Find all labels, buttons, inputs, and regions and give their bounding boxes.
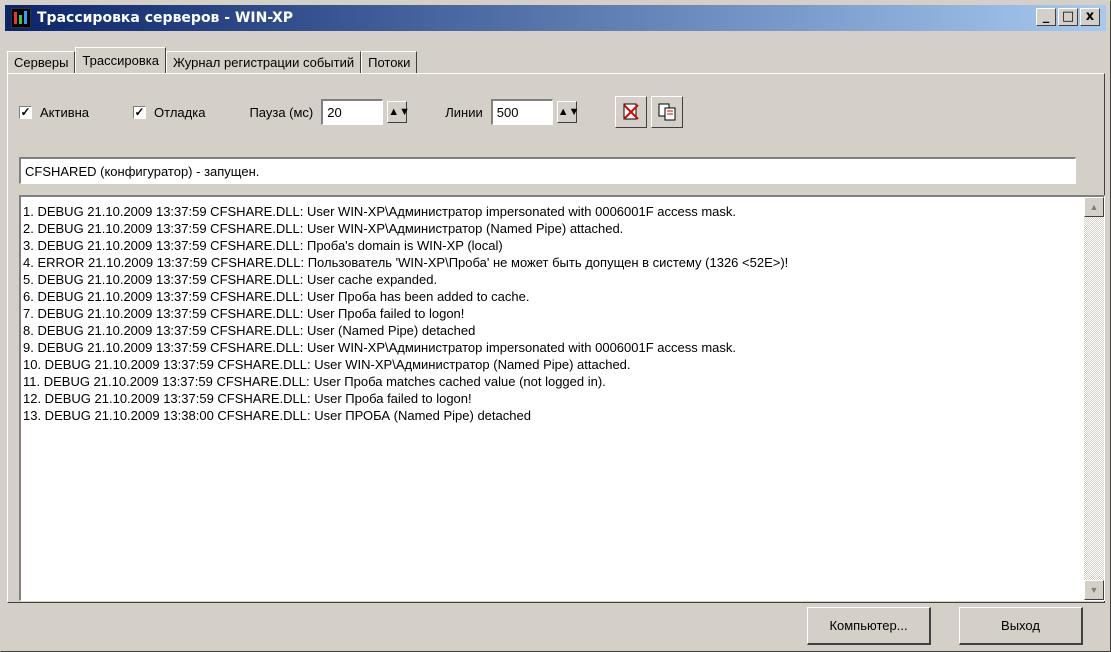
trace-app-icon	[11, 8, 31, 28]
lines-spin-button[interactable]: ▲▼	[556, 101, 580, 123]
trace-options: ✓ Активна ✓ Отладка Пауза (мс) 20 ▲▼ Лин…	[19, 95, 687, 129]
log-line: 1. DEBUG 21.10.2009 13:37:59 CFSHARE.DLL…	[23, 204, 737, 219]
log-line: 5. DEBUG 21.10.2009 13:37:59 CFSHARE.DLL…	[23, 272, 438, 287]
pause-spinner: Пауза (мс) 20 ▲▼	[249, 99, 410, 125]
exit-button[interactable]: Выход	[959, 607, 1083, 645]
lines-spinner: Линии 500 ▲▼	[445, 99, 580, 125]
log-line: 2. DEBUG 21.10.2009 13:37:59 CFSHARE.DLL…	[23, 221, 624, 236]
minimize-button[interactable]: _	[1036, 8, 1056, 26]
debug-checkbox[interactable]: ✓ Отладка	[133, 105, 205, 120]
scroll-up-icon[interactable]: ▲	[1084, 197, 1104, 217]
computer-button[interactable]: Компьютер...	[807, 607, 931, 645]
log-line: 12. DEBUG 21.10.2009 13:37:59 CFSHARE.DL…	[23, 391, 472, 406]
log-line: 6. DEBUG 21.10.2009 13:37:59 CFSHARE.DLL…	[23, 289, 530, 304]
pause-label: Пауза (мс)	[249, 104, 314, 120]
check-icon: ✓	[133, 104, 147, 119]
copy-log-button[interactable]	[650, 96, 683, 128]
window-title: Трассировка серверов - WIN-XP	[37, 10, 294, 26]
maximize-button[interactable]: □	[1058, 8, 1078, 26]
debug-label: Отладка	[154, 104, 206, 120]
clear-log-icon	[623, 103, 639, 120]
check-icon: ✓	[19, 104, 32, 119]
vertical-scrollbar[interactable]: ▲ ▼	[1084, 197, 1104, 600]
status-field: CFSHARED (конфигуратор) - запущен.	[19, 157, 1076, 184]
scroll-down-icon[interactable]: ▼	[1084, 580, 1104, 600]
log-line: 9. DEBUG 21.10.2009 13:37:59 CFSHARE.DLL…	[23, 340, 737, 355]
log-line: 11. DEBUG 21.10.2009 13:37:59 CFSHARE.DL…	[23, 374, 606, 389]
close-button[interactable]: x	[1080, 8, 1100, 26]
log-line: 4. ERROR 21.10.2009 13:37:59 CFSHARE.DLL…	[23, 255, 789, 270]
tab-servers[interactable]: Серверы	[7, 51, 76, 73]
log-line: 8. DEBUG 21.10.2009 13:37:59 CFSHARE.DLL…	[23, 323, 476, 338]
log-line: 3. DEBUG 21.10.2009 13:37:59 CFSHARE.DLL…	[23, 238, 503, 253]
active-checkbox[interactable]: ✓ Активна	[19, 105, 89, 120]
tab-event-log[interactable]: Журнал регистрации событий	[165, 51, 362, 73]
tab-threads[interactable]: Потоки	[361, 51, 418, 73]
active-label: Активна	[40, 104, 90, 120]
log-lines: 1. DEBUG 21.10.2009 13:37:59 CFSHARE.DLL…	[23, 203, 1082, 424]
lines-input[interactable]: 500	[490, 99, 553, 125]
lines-label: Линии	[445, 104, 483, 120]
tab-trace[interactable]: Трассировка	[75, 47, 166, 73]
main-window: Трассировка серверов - WIN-XP _ □ x Серв…	[0, 0, 1111, 652]
log-textarea[interactable]: 1. DEBUG 21.10.2009 13:37:59 CFSHARE.DLL…	[19, 195, 1105, 601]
log-line: 7. DEBUG 21.10.2009 13:37:59 CFSHARE.DLL…	[23, 306, 465, 321]
log-line: 13. DEBUG 21.10.2009 13:38:00 CFSHARE.DL…	[23, 408, 531, 423]
log-line: 10. DEBUG 21.10.2009 13:37:59 CFSHARE.DL…	[23, 357, 631, 372]
tab-strip: Серверы Трассировка Журнал регистрации с…	[7, 47, 418, 73]
clear-log-button[interactable]	[614, 96, 647, 128]
pause-spin-button[interactable]: ▲▼	[387, 101, 410, 123]
copy-log-icon	[658, 103, 676, 121]
title-bar[interactable]: Трассировка серверов - WIN-XP _ □ x	[5, 5, 1106, 31]
pause-input[interactable]: 20	[321, 99, 384, 125]
